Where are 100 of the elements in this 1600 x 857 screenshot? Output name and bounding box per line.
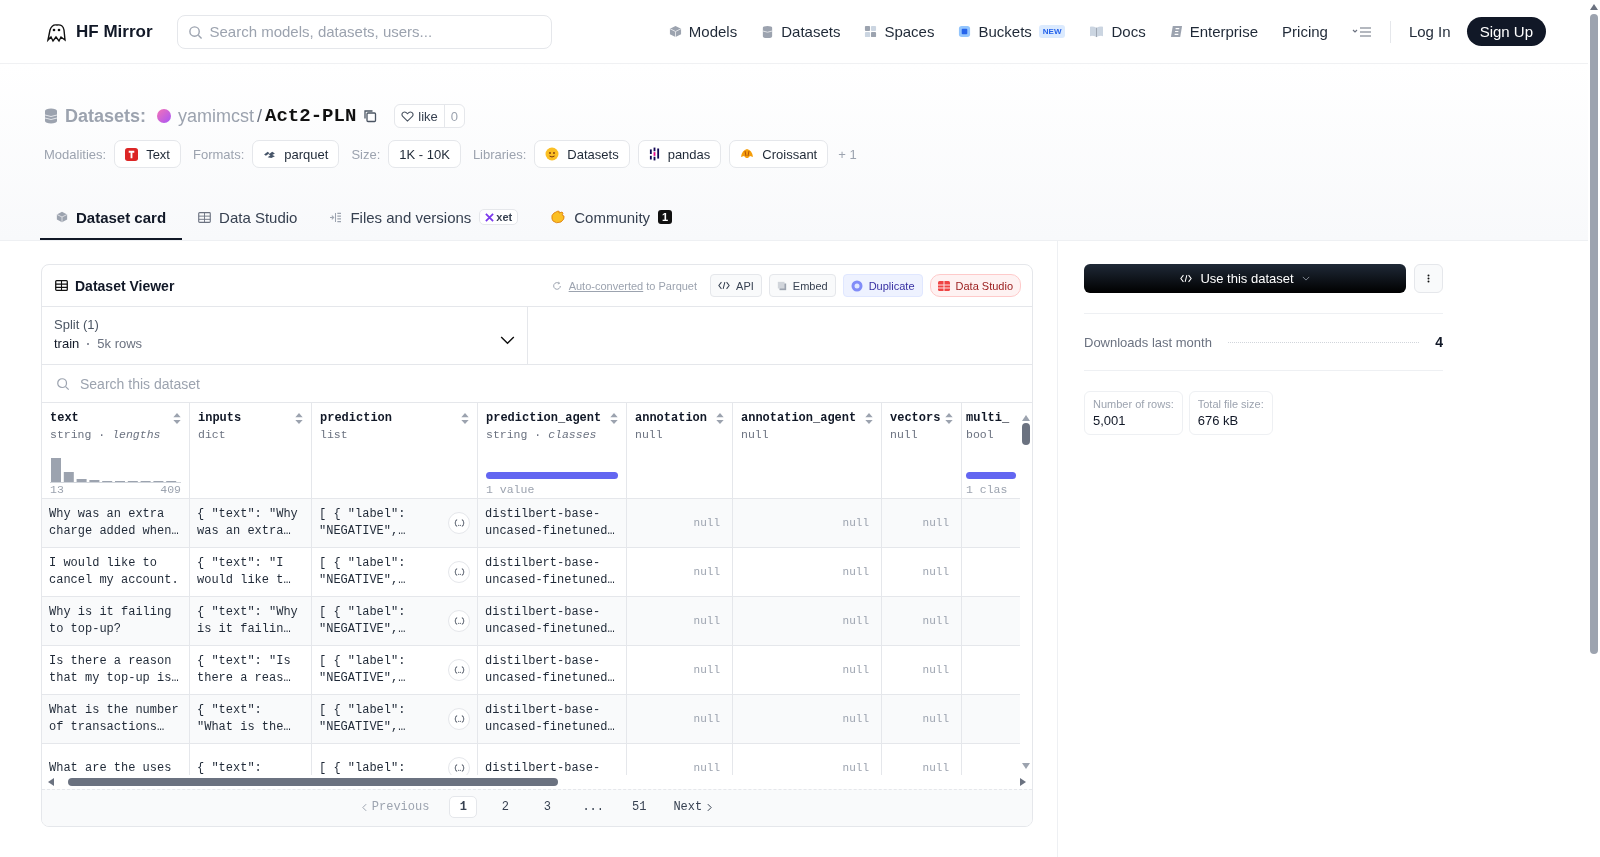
tab[interactable]: Community 1 — [534, 196, 689, 240]
tag-chip[interactable]: 1K - 10K — [388, 140, 461, 168]
table-cell: { "text": "Why is it failin… — [197, 604, 298, 638]
tab[interactable]: Files and versions xet — [313, 196, 535, 240]
sort-icon[interactable] — [461, 412, 469, 424]
sort-icon[interactable] — [865, 412, 873, 424]
use-dataset-button[interactable]: Use this dataset — [1084, 264, 1406, 293]
tab[interactable]: Dataset card — [40, 196, 183, 240]
viewer-action-button[interactable]: Duplicate — [842, 274, 923, 297]
tag-chip[interactable]: Text — [114, 140, 181, 168]
tag-chip[interactable]: Croissant — [729, 140, 829, 168]
brand-name[interactable]: HF Mirror — [76, 21, 153, 42]
column-header[interactable]: multi_ bool 1 clas — [962, 403, 1020, 498]
tab[interactable]: Data Studio — [182, 196, 314, 240]
json-view-button[interactable] — [448, 659, 470, 681]
nav-link[interactable]: Buckets NEW — [958, 23, 1066, 40]
table-icon — [198, 211, 212, 223]
copy-icon[interactable] — [363, 109, 378, 123]
class-count: 1 value — [486, 483, 536, 496]
column-name: text — [50, 411, 79, 425]
arrow-right-icon[interactable] — [1020, 778, 1026, 786]
arrow-down-icon[interactable] — [1022, 763, 1030, 769]
json-view-button[interactable] — [448, 610, 470, 632]
nav-link[interactable]: Docs — [1089, 23, 1146, 40]
tag-chip[interactable]: Datasets — [534, 140, 630, 168]
nav-link[interactable]: Enterprise — [1169, 23, 1259, 40]
arrow-up-icon[interactable] — [1022, 415, 1030, 421]
sort-icon[interactable] — [945, 412, 953, 424]
table-cell-text: null — [693, 515, 720, 531]
page-link[interactable]: ... — [575, 796, 611, 818]
table-cell: I would like to cancel my account. — [49, 555, 179, 589]
column-header[interactable]: annotation null — [627, 403, 733, 498]
table-cell-text: null — [922, 760, 949, 775]
table-cell: distilbert-base- uncased-finetuned… — [485, 555, 615, 589]
stat-value: 5,001 — [1093, 413, 1127, 428]
json-view-button[interactable] — [448, 708, 470, 730]
scrollbar-thumb[interactable] — [68, 778, 558, 786]
column-type: bool — [966, 428, 995, 441]
page-link[interactable]: 2 — [491, 796, 520, 818]
table-cell: [ { "label": "NEGATIVE",… — [319, 604, 406, 638]
column-header[interactable]: text string · lengths 13 409 — [42, 403, 190, 498]
refresh-icon — [551, 280, 562, 291]
viewer-action-button[interactable]: Embed — [768, 274, 836, 297]
braces-icon — [453, 666, 465, 674]
table-cell: [ { "label": "NEGATIVE",… — [319, 506, 406, 540]
next-page-link[interactable]: Next — [663, 800, 723, 814]
page-link[interactable]: 3 — [533, 796, 562, 818]
sort-icon[interactable] — [295, 412, 303, 424]
like-label: like — [418, 108, 438, 124]
files-icon — [329, 211, 343, 223]
scrollbar-thumb[interactable] — [1590, 14, 1598, 654]
table-cell-text: null — [842, 515, 869, 531]
signup-button[interactable]: Sign Up — [1466, 17, 1546, 46]
login-link[interactable]: Log In — [1408, 23, 1451, 40]
menu-icon[interactable] — [1351, 25, 1372, 38]
nav-link[interactable]: Models — [668, 23, 738, 40]
column-type: string · lengths — [50, 428, 162, 441]
column-header[interactable]: vectors null — [882, 403, 962, 498]
split-select[interactable]: Split (1) train 5k rows — [42, 307, 528, 364]
column-name: inputs — [198, 411, 242, 425]
column-name: annotation — [635, 411, 707, 425]
tag-chip[interactable]: parquet — [252, 140, 340, 168]
nav-link[interactable]: Spaces — [864, 23, 935, 40]
like-button[interactable]: like 0 — [394, 104, 466, 128]
table-cell-text: null — [693, 662, 720, 678]
repo-name[interactable]: Act2-PLN — [265, 105, 357, 127]
croissant-icon — [740, 148, 755, 160]
arrow-up-icon[interactable] — [1590, 4, 1598, 10]
nav-link[interactable]: Pricing — [1282, 23, 1328, 40]
database-icon — [761, 25, 775, 38]
scrollbar-thumb[interactable] — [1022, 423, 1030, 445]
cube-icon — [56, 211, 68, 223]
text-modality-icon — [125, 147, 139, 161]
json-view-button[interactable] — [448, 561, 470, 583]
table-cell-text: null — [842, 613, 869, 629]
page-link[interactable]: 1 — [449, 796, 478, 818]
viewer-action-button[interactable]: API — [710, 274, 762, 297]
arrow-left-icon[interactable] — [48, 778, 54, 786]
page-link[interactable]: 51 — [625, 796, 654, 818]
json-view-button[interactable] — [448, 757, 470, 775]
braces-icon — [453, 568, 465, 576]
column-header[interactable]: annotation_agent null — [733, 403, 882, 498]
column-header[interactable]: inputs dict — [190, 403, 312, 498]
tag-chip[interactable]: pandas — [637, 140, 722, 168]
column-header[interactable]: prediction_agent string · classes 1 value — [478, 403, 627, 498]
nav-link[interactable]: Datasets — [761, 23, 841, 40]
sort-icon[interactable] — [610, 412, 618, 424]
code-icon — [718, 281, 731, 290]
search-field[interactable]: Search models, datasets, users... — [176, 14, 552, 49]
column-name: prediction — [320, 411, 392, 425]
json-view-button[interactable] — [448, 512, 470, 534]
viewer-action-button[interactable]: Data Studio — [929, 274, 1021, 297]
column-header[interactable]: prediction list — [312, 403, 478, 498]
table-cell: What is the number of transactions… — [49, 702, 179, 736]
braces-icon — [453, 617, 465, 625]
tag-group-label: Size: — [351, 146, 381, 162]
sort-icon[interactable] — [716, 412, 724, 424]
table-cell-text: null — [693, 760, 720, 775]
sort-icon[interactable] — [173, 412, 181, 424]
book-icon — [1089, 25, 1105, 38]
